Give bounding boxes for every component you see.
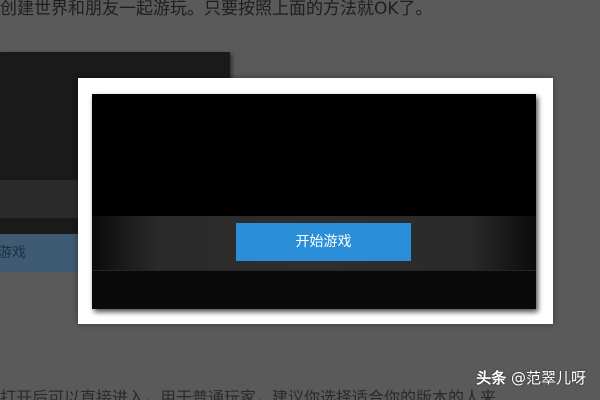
image-modal: 开始游戏 [78, 78, 553, 324]
page-canvas: 创建世界和朋友一起游玩。只要按照上面的方法就OK了。 游戏 打开后可以直接进入，… [0, 0, 600, 400]
watermark: 头条 @范翠儿呀 [476, 367, 586, 388]
watermark-brand: 头条 [476, 369, 507, 387]
start-game-button[interactable]: 开始游戏 [236, 223, 411, 261]
background-article-text-top: 创建世界和朋友一起游玩。只要按照上面的方法就OK了。 [0, 0, 433, 19]
launcher-bottom-bar [92, 270, 536, 309]
background-article-text-bottom: 打开后可以直接进入，用于普通玩家，建议你选择适合你的版本的人来 [0, 388, 497, 400]
background-start-button: 游戏 [0, 234, 80, 272]
watermark-handle: @范翠儿呀 [510, 369, 586, 387]
game-launcher-window: 开始游戏 [92, 94, 536, 309]
background-start-button-label: 游戏 [0, 245, 26, 261]
